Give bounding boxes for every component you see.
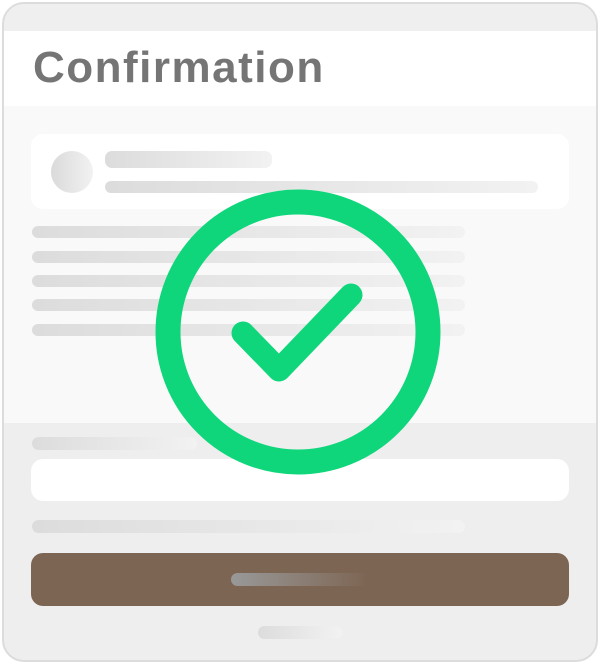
check-circle-icon: [155, 189, 441, 475]
